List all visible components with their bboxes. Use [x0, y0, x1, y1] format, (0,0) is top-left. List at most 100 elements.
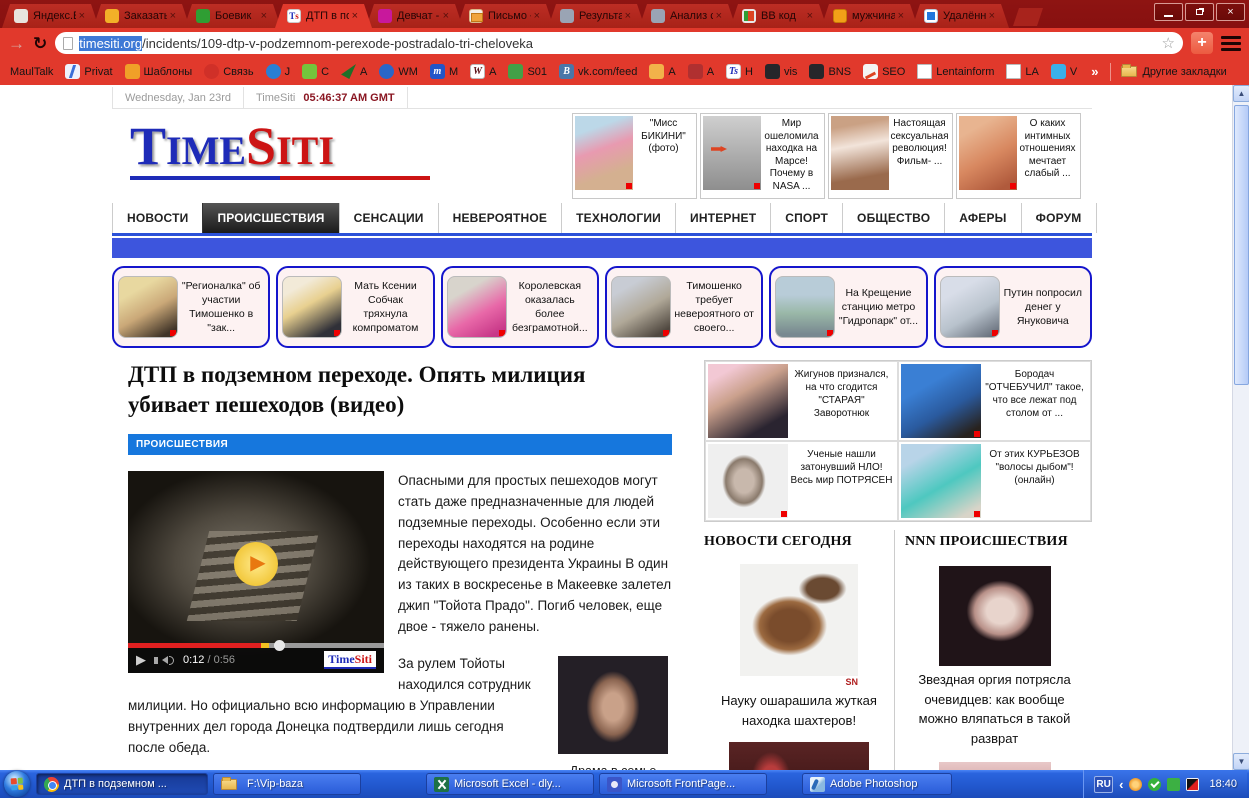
play-icon[interactable]: ▶: [136, 650, 146, 670]
scroll-down-icon[interactable]: ▼: [1233, 753, 1249, 770]
header-ad[interactable]: Настоящая сексуальная революция! Фильм- …: [828, 113, 953, 199]
bookmarks-overflow-icon[interactable]: »: [1091, 64, 1098, 79]
nnn-image[interactable]: [939, 566, 1051, 666]
teaser-item[interactable]: Королевская оказалась более безграмотной…: [441, 266, 599, 348]
tray-kaspersky-icon[interactable]: [1186, 778, 1199, 791]
new-tab-button[interactable]: [1013, 8, 1043, 26]
bookmark-bns[interactable]: BNS: [809, 64, 851, 79]
tab-close-icon[interactable]: ×: [79, 11, 85, 22]
scroll-up-icon[interactable]: ▲: [1233, 85, 1249, 102]
sidebar-ad[interactable]: Бородач "ОТЧЕБУЧИЛ" такое, что все лежат…: [898, 361, 1091, 441]
tab-analiz[interactable]: Анализ с ×: [639, 4, 736, 28]
bookmark-seo[interactable]: SEO: [863, 64, 905, 79]
bookmark-shablony[interactable]: Шаблоны: [125, 64, 193, 79]
bookmark-m[interactable]: mM: [430, 64, 458, 79]
minimize-button[interactable]: [1154, 3, 1183, 21]
nav-forum[interactable]: ФОРУМ: [1021, 203, 1097, 233]
bookmark-v[interactable]: V: [1051, 64, 1077, 79]
related-photo-box[interactable]: Драма в семье Эвелины Бледанс: она потер…: [554, 656, 672, 770]
tray-webcam-icon[interactable]: [1129, 778, 1142, 791]
restore-button[interactable]: [1185, 3, 1214, 21]
bookmark-a2[interactable]: A: [649, 64, 675, 79]
tray-agent-icon[interactable]: [1167, 778, 1180, 791]
tab-dtp-active[interactable]: Ts ДТП в по ×: [275, 4, 372, 28]
menu-icon[interactable]: [1221, 36, 1241, 51]
tab-zakazat[interactable]: Заказать ×: [93, 4, 190, 28]
nnn-image-2[interactable]: [939, 762, 1051, 770]
tab-close-icon[interactable]: ×: [170, 11, 176, 22]
tab-close-icon[interactable]: ×: [989, 11, 995, 22]
tab-close-icon[interactable]: ×: [807, 11, 813, 22]
bookmark-a3[interactable]: A: [688, 64, 714, 79]
bookmark-h[interactable]: TsH: [726, 64, 753, 79]
close-button[interactable]: ×: [1216, 3, 1245, 21]
task-vip-baza[interactable]: F:\Vip-baza: [213, 773, 361, 795]
address-bar[interactable]: timesiti.org/incidents/109-dtp-v-podzemn…: [55, 32, 1183, 54]
teaser-item[interactable]: Путин попросил денег у Януковича: [934, 266, 1092, 348]
task-chrome[interactable]: ДТП в подземном ...: [36, 773, 208, 795]
nav-sensacii[interactable]: СЕНСАЦИИ: [339, 203, 438, 233]
nav-sport[interactable]: СПОРТ: [770, 203, 842, 233]
bookmark-maultalk[interactable]: MaulTalk: [10, 66, 53, 78]
header-ad[interactable]: О каких интимных отношениях мечтает слаб…: [956, 113, 1081, 199]
tab-close-icon[interactable]: ×: [898, 11, 904, 22]
sidebar-ad[interactable]: Жигунов признался, на что сгодится "СТАР…: [705, 361, 898, 441]
teaser-item[interactable]: Тимошенко требует невероятного от своего…: [605, 266, 763, 348]
news-today-image-2[interactable]: [729, 742, 869, 770]
language-indicator[interactable]: RU: [1094, 776, 1113, 793]
tab-close-icon[interactable]: ×: [352, 11, 358, 22]
category-bar[interactable]: ПРОИСШЕСТВИЯ: [128, 434, 672, 455]
tab-rezultat[interactable]: Результа ×: [548, 4, 645, 28]
bookmark-j[interactable]: J: [266, 64, 291, 79]
news-today-image[interactable]: [740, 564, 858, 676]
tab-close-icon[interactable]: ×: [716, 11, 722, 22]
tab-pismo[interactable]: Письмо « ×: [457, 4, 554, 28]
tab-bbkod[interactable]: ВВ код ×: [730, 4, 827, 28]
nav-afery[interactable]: АФЕРЫ: [944, 203, 1020, 233]
bookmark-c[interactable]: C: [302, 64, 329, 79]
taskbar-clock[interactable]: 18:40: [1205, 778, 1241, 790]
nav-tehnologii[interactable]: ТЕХНОЛОГИИ: [561, 203, 675, 233]
forward-arrow-icon[interactable]: →: [8, 35, 25, 52]
scrollbar-thumb[interactable]: [1234, 105, 1249, 385]
teaser-item[interactable]: Мать Ксении Собчак тряхнула компроматом: [276, 266, 434, 348]
teaser-item[interactable]: На Крещение станцию метро "Гидропарк" от…: [769, 266, 927, 348]
tab-udalenn[interactable]: Удалённ ×: [912, 4, 1009, 28]
nav-obschestvo[interactable]: ОБЩЕСТВО: [842, 203, 944, 233]
bookmark-svyaz[interactable]: Связь: [204, 64, 253, 79]
tray-check-icon[interactable]: [1148, 778, 1161, 791]
site-logo[interactable]: TIMESITI: [112, 113, 457, 199]
bookmark-wm[interactable]: WM: [379, 64, 418, 79]
play-overlay-icon[interactable]: ▶: [234, 542, 278, 586]
nav-internet[interactable]: ИНТЕРНЕТ: [675, 203, 770, 233]
sidebar-ad[interactable]: Ученые нашли затонувший НЛО! Весь мир ПО…: [705, 441, 898, 521]
tab-yandex[interactable]: Яндекс.Е ×: [2, 4, 99, 28]
tab-close-icon[interactable]: ×: [261, 11, 267, 22]
nav-neveroyatnoe[interactable]: НЕВЕРОЯТНОЕ: [438, 203, 562, 233]
extension-plus-button[interactable]: +: [1191, 32, 1213, 54]
other-bookmarks-button[interactable]: Другие закладки: [1121, 66, 1226, 78]
tab-muzhchina[interactable]: мужчина ×: [821, 4, 918, 28]
task-frontpage[interactable]: Microsoft FrontPage...: [599, 773, 767, 795]
tab-boevik[interactable]: Боевик ×: [184, 4, 281, 28]
reload-icon[interactable]: ↻: [33, 35, 47, 52]
bookmark-privat[interactable]: Privat: [65, 64, 112, 79]
bookmark-s01[interactable]: S01: [508, 64, 547, 79]
video-player[interactable]: ▶ ▶ 0:12 / 0:56: [128, 471, 384, 673]
tab-close-icon[interactable]: ×: [534, 11, 540, 22]
bookmark-a1[interactable]: A: [341, 64, 367, 79]
bookmark-la[interactable]: LA: [1006, 64, 1038, 79]
page-scrollbar[interactable]: ▲ ▼: [1232, 85, 1249, 770]
bookmark-vis[interactable]: vis: [765, 64, 797, 79]
bookmark-star-icon[interactable]: ☆: [1162, 34, 1175, 52]
teaser-item[interactable]: "Регионалка" об участии Тимошенко в "зак…: [112, 266, 270, 348]
nav-proisshestviya[interactable]: ПРОИСШЕСТВИЯ: [202, 203, 338, 233]
tab-devchat[interactable]: Девчат - ×: [366, 4, 463, 28]
tray-chevron-icon[interactable]: ‹: [1119, 777, 1123, 792]
tab-close-icon[interactable]: ×: [625, 11, 631, 22]
task-excel[interactable]: Microsoft Excel - dly...: [426, 773, 594, 795]
nav-novosti[interactable]: НОВОСТИ: [112, 203, 202, 233]
task-photoshop[interactable]: Adobe Photoshop: [802, 773, 952, 795]
bookmark-lentainform[interactable]: Lentainform: [917, 64, 994, 79]
nnn-caption[interactable]: Звездная оргия потрясла очевидцев: как в…: [905, 670, 1084, 748]
